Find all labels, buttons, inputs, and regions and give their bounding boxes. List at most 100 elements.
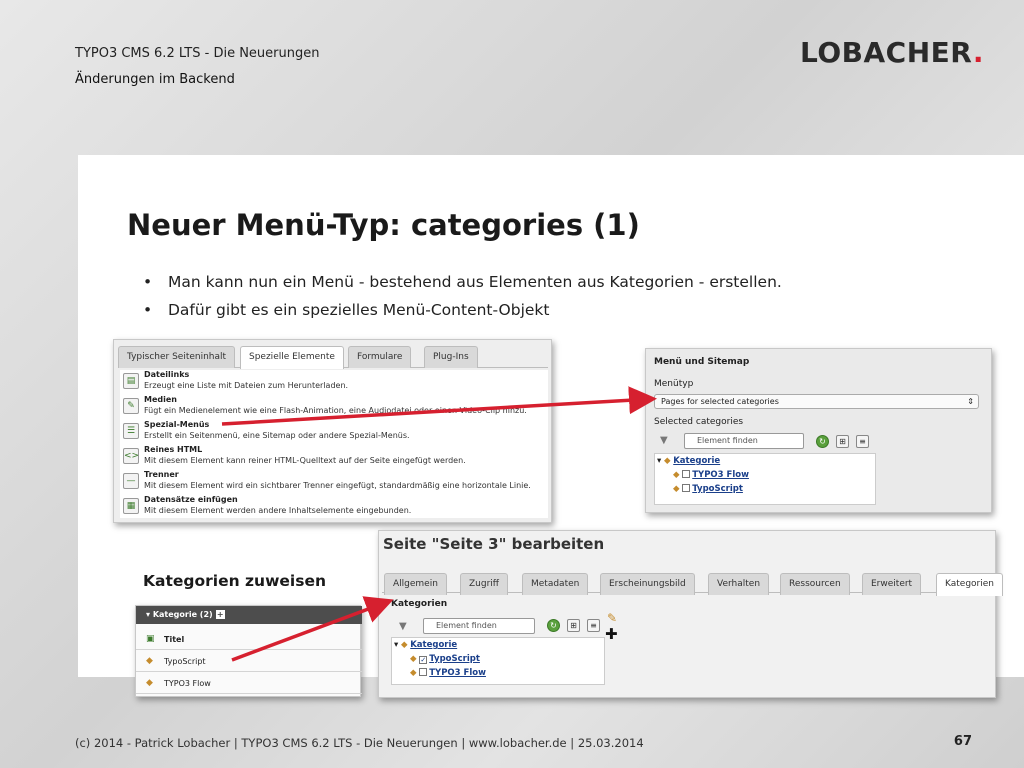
section-title: Änderungen im Backend — [75, 72, 235, 87]
wizard-item-reines-html[interactable]: <> Reines HTML Mit diesem Element kann r… — [120, 445, 548, 469]
category-icon: ◆ — [400, 640, 408, 650]
expand-icon[interactable]: ⊞ — [567, 619, 580, 632]
file-links-icon: ▤ — [123, 373, 139, 389]
selected-categories-label: Selected categories — [654, 417, 744, 427]
category-list-box: ▾ Kategorie (2) + ▣ Titel ◆ TypoScript ◆ TYP… — [135, 605, 362, 697]
presentation-title: TYPO3 CMS 6.2 LTS - Die Neuerungen — [75, 46, 320, 61]
wizard-item-title: Dateilinks — [144, 370, 190, 379]
category-tree: ▾ ◆ Kategorie ◆ ✓ TypoScript ◆ TYPO3 Flow — [391, 637, 605, 685]
menutype-value: Pages for selected categories — [661, 397, 779, 406]
page-edit-panel: Seite "Seite 3" bearbeiten Allgemein Zug… — [378, 530, 1003, 698]
menutype-label: Menütyp — [654, 379, 694, 389]
wizard-item-desc: Fügt ein Medienelement wie eine Flash-An… — [144, 406, 527, 415]
list-item[interactable]: ◆ TYPO3 Flow — [136, 674, 362, 694]
tab-zugriff[interactable]: Zugriff — [460, 573, 508, 595]
wizard-item-spezial-menus[interactable]: ☰ Spezial-Menüs Erstellt ein Seitenmenü,… — [120, 420, 548, 444]
wizard-element-list: ▤ Dateilinks Erzeugt eine Liste mit Date… — [120, 370, 548, 518]
refresh-icon[interactable]: ↻ — [816, 435, 829, 448]
wizard-tabs: Typischer Seiteninhalt Spezielle Element… — [118, 344, 548, 369]
checkbox[interactable] — [682, 470, 691, 478]
tab-metadaten[interactable]: Metadaten — [522, 573, 589, 595]
list-item-label: TYPO3 Flow — [164, 679, 211, 688]
tree-label: TYPO3 Flow — [692, 470, 749, 480]
checkbox[interactable] — [682, 484, 691, 492]
filter-icon[interactable]: ▼ — [660, 435, 668, 446]
filter-icon[interactable]: ▼ — [399, 621, 407, 632]
tab-kategorien[interactable]: Kategorien — [936, 573, 1003, 596]
category-icon: ◆ — [663, 456, 671, 466]
wizard-item-dateilinks[interactable]: ▤ Dateilinks Erzeugt eine Liste mit Date… — [120, 370, 548, 394]
tree-label: TYPO3 Flow — [429, 668, 486, 678]
logo-text: LOBACHER — [800, 36, 973, 69]
menu-sitemap-panel: Menü und Sitemap Menütyp Pages for selec… — [645, 348, 992, 513]
tree-node-root[interactable]: ▾ ◆ Kategorie — [394, 640, 457, 650]
assign-categories-label: Kategorien zuweisen — [143, 572, 327, 590]
tree-label: Kategorie — [410, 640, 458, 650]
menu-icon: ☰ — [123, 423, 139, 439]
tab-verhalten[interactable]: Verhalten — [708, 573, 770, 595]
page-edit-tabs: Allgemein Zugriff Metadaten Erscheinungs… — [382, 571, 1003, 596]
records-icon: ▦ — [123, 498, 139, 514]
wizard-item-trenner[interactable]: — Trenner Mit diesem Element wird ein si… — [120, 470, 548, 494]
category-icon: ◆ — [410, 668, 417, 678]
tab-plug-ins[interactable]: Plug-Ins — [424, 346, 478, 368]
tab-erscheinungsbild[interactable]: Erscheinungsbild — [600, 573, 695, 595]
page-number: 67 — [953, 734, 972, 749]
wizard-item-title: Trenner — [144, 470, 179, 479]
tab-erweitert[interactable]: Erweitert — [862, 573, 922, 595]
filter-input[interactable]: Element finden — [423, 618, 535, 634]
list-item-label: TypoScript — [164, 657, 206, 666]
wizard-item-title: Datensätze einfügen — [144, 495, 238, 504]
tree-node[interactable]: ◆ TYPO3 Flow — [673, 470, 749, 480]
media-icon: ✎ — [123, 398, 139, 414]
category-icon: ◆ — [146, 656, 153, 666]
slide-title: Neuer Menü-Typ: categories (1) — [127, 208, 640, 242]
html-icon: <> — [123, 448, 139, 464]
list-item[interactable]: ▣ Titel — [136, 630, 362, 650]
pencil-icon[interactable]: ✎ — [607, 611, 617, 625]
category-list-header[interactable]: ▾ Kategorie (2) + — [136, 606, 362, 624]
tab-spezielle-elemente[interactable]: Spezielle Elemente — [240, 346, 344, 369]
category-icon: ◆ — [146, 678, 153, 688]
lobacher-logo: LOBACHER. — [800, 36, 984, 69]
wizard-item-title: Reines HTML — [144, 445, 203, 454]
logo-dot: . — [972, 36, 984, 69]
checkbox[interactable] — [419, 668, 428, 676]
title-icon: ▣ — [146, 634, 155, 644]
plus-icon[interactable]: ✚ — [605, 625, 618, 643]
refresh-icon[interactable]: ↻ — [547, 619, 560, 632]
category-icon: ◆ — [673, 484, 680, 494]
wizard-item-desc: Erstellt ein Seitenmenü, eine Sitemap od… — [144, 431, 410, 440]
page-edit-title: Seite "Seite 3" bearbeiten — [383, 535, 605, 553]
wizard-item-desc: Erzeugt eine Liste mit Dateien zum Herun… — [144, 381, 349, 390]
tree-node[interactable]: ◆ TypoScript — [673, 484, 743, 494]
divider-icon: — — [123, 473, 139, 489]
content-element-wizard: Typischer Seiteninhalt Spezielle Element… — [113, 339, 552, 523]
tree-node-root[interactable]: ▾ ◆ Kategorie — [657, 456, 720, 466]
tab-allgemein[interactable]: Allgemein — [384, 573, 447, 595]
wizard-item-datensaetze[interactable]: ▦ Datensätze einfügen Mit diesem Element… — [120, 495, 548, 519]
tab-formulare[interactable]: Formulare — [348, 346, 412, 368]
category-tree: ▾ ◆ Kategorie ◆ TYPO3 Flow ◆ TypoScript — [654, 453, 876, 505]
tab-ressourcen[interactable]: Ressourcen — [780, 573, 850, 595]
expand-icon[interactable]: ⊞ — [836, 435, 849, 448]
tree-node[interactable]: ◆ ✓ TypoScript — [410, 654, 480, 664]
filter-input[interactable]: Element finden — [684, 433, 804, 449]
list-item-label: Titel — [164, 635, 185, 644]
tab-typischer-seiteninhalt[interactable]: Typischer Seiteninhalt — [118, 346, 236, 368]
wizard-item-desc: Mit diesem Element wird ein sichtbarer T… — [144, 481, 531, 490]
bullet-item: Man kann nun ein Menü - bestehend aus El… — [143, 268, 782, 296]
wizard-item-desc: Mit diesem Element kann reiner HTML-Quel… — [144, 456, 466, 465]
add-icon[interactable]: + — [215, 610, 225, 619]
wizard-item-medien[interactable]: ✎ Medien Fügt ein Medienelement wie eine… — [120, 395, 548, 419]
wizard-item-desc: Mit diesem Element werden andere Inhalts… — [144, 506, 412, 515]
list-item[interactable]: ◆ TypoScript — [136, 652, 362, 672]
wizard-item-title: Spezial-Menüs — [144, 420, 210, 429]
list-icon[interactable]: ≡ — [856, 435, 869, 448]
tree-label: TypoScript — [429, 654, 480, 664]
tree-node[interactable]: ◆ TYPO3 Flow — [410, 668, 486, 678]
menutype-select[interactable]: Pages for selected categories ⇕ — [654, 394, 979, 409]
checkbox-checked[interactable]: ✓ — [419, 656, 428, 664]
list-icon[interactable]: ≡ — [587, 619, 600, 632]
categories-section-label: Kategorien — [391, 599, 448, 609]
